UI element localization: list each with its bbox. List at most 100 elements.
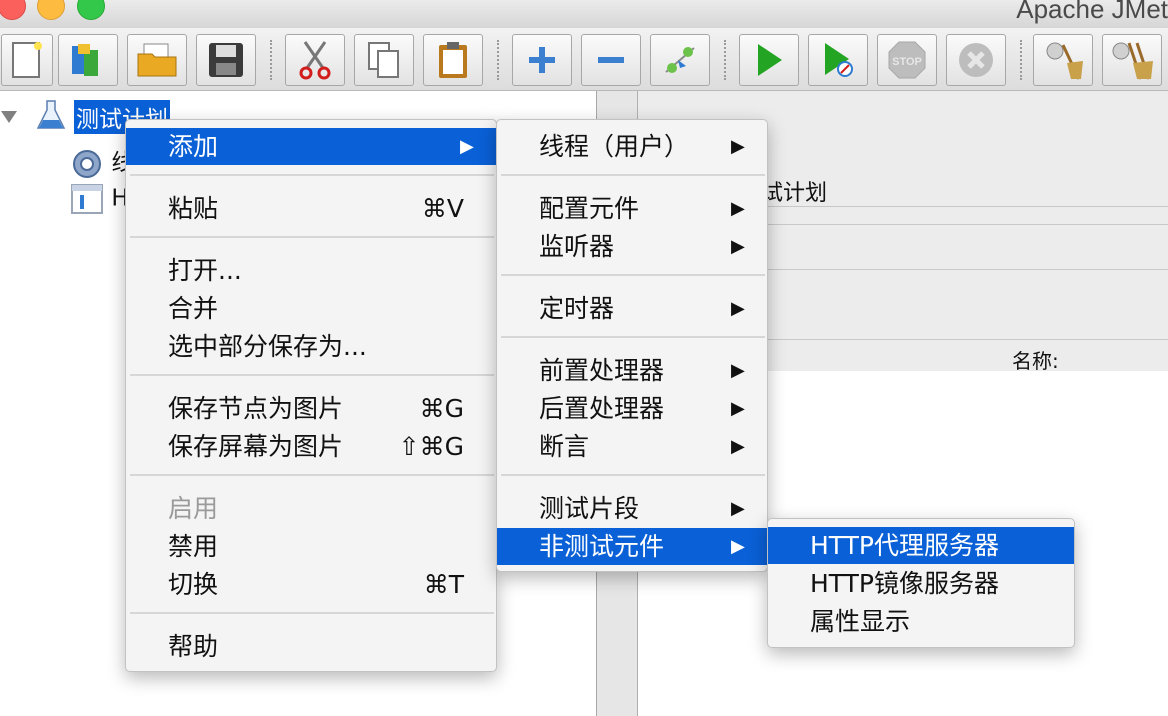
menu-item-label: HTTP代理服务器 xyxy=(810,531,999,560)
menu-item-label: 合并 xyxy=(168,294,219,323)
menu-item-save-screen-image[interactable]: 保存屏幕为图片 ⇧⌘G xyxy=(126,428,496,465)
menu-item-property-display[interactable]: 属性显示 xyxy=(768,603,1074,640)
shutdown-icon xyxy=(959,43,993,77)
menu-item-disable[interactable]: 禁用 xyxy=(126,528,496,565)
templates-icon xyxy=(72,44,98,76)
menu-separator xyxy=(130,612,494,614)
menu-separator xyxy=(130,174,494,176)
menu-item-timer[interactable]: 定时器 ▶ xyxy=(497,290,767,327)
menu-item-label: 粘贴 xyxy=(168,194,219,223)
start-no-pause-icon xyxy=(825,43,853,77)
menu-item-label: 帮助 xyxy=(168,632,219,661)
menu-item-config-element[interactable]: 配置元件 ▶ xyxy=(497,190,767,227)
chevron-right-icon: ▶ xyxy=(460,136,474,157)
expand-button[interactable] xyxy=(512,34,572,86)
minimize-window-button[interactable] xyxy=(37,0,65,20)
expand-icon xyxy=(529,47,555,73)
toolbar-separator xyxy=(270,40,272,80)
menu-item-label: 前置处理器 xyxy=(539,356,665,385)
name-column-header: 名称: xyxy=(1012,349,1059,373)
menu-shortcut: ⌘G xyxy=(419,394,464,423)
tree-child-2[interactable]: H xyxy=(70,183,129,215)
copy-button[interactable] xyxy=(354,34,414,86)
menu-shortcut: ⇧⌘G xyxy=(398,432,464,461)
new-button[interactable] xyxy=(1,34,53,86)
chevron-right-icon: ▶ xyxy=(731,536,745,557)
toolbar-separator xyxy=(497,40,499,80)
menu-item-enable: 启用 xyxy=(126,490,496,527)
save-icon xyxy=(209,43,243,77)
menu-item-threads[interactable]: 线程（用户） ▶ xyxy=(497,128,767,165)
menu-item-label: 选中部分保存为... xyxy=(168,332,367,361)
shutdown-button[interactable] xyxy=(946,34,1006,86)
tree-expand-arrow[interactable] xyxy=(0,105,18,131)
menu-item-paste[interactable]: 粘贴 ⌘V xyxy=(126,190,496,227)
gear-icon xyxy=(73,149,101,178)
collapse-button[interactable] xyxy=(581,34,641,86)
clear-icon xyxy=(1046,42,1083,80)
start-no-pause-button[interactable] xyxy=(808,34,868,86)
save-button[interactable] xyxy=(196,34,256,86)
menu-item-pre-processor[interactable]: 前置处理器 ▶ xyxy=(497,352,767,389)
start-button[interactable] xyxy=(739,34,799,86)
toggle-icon xyxy=(665,47,695,73)
menu-item-label: 打开... xyxy=(168,256,242,285)
menu-separator xyxy=(501,474,765,476)
name-field-value[interactable]: 试计划 xyxy=(761,175,827,207)
chevron-right-icon: ▶ xyxy=(731,398,745,419)
close-window-button[interactable] xyxy=(0,0,26,20)
zoom-window-button[interactable] xyxy=(77,0,105,20)
title-bar: Apache JMet xyxy=(0,0,1168,28)
menu-item-label: 启用 xyxy=(168,494,219,523)
menu-shortcut: ⌘T xyxy=(423,570,464,599)
menu-separator xyxy=(501,174,765,176)
start-icon xyxy=(758,44,782,76)
menu-item-toggle[interactable]: 切换 ⌘T xyxy=(126,566,496,603)
menu-item-label: 监听器 xyxy=(539,232,615,261)
menu-item-label: 定时器 xyxy=(539,294,615,323)
menu-item-label: 保存屏幕为图片 xyxy=(168,432,344,461)
clear-all-button[interactable] xyxy=(1102,34,1162,86)
open-button[interactable] xyxy=(127,34,187,86)
menu-item-label: 断言 xyxy=(539,432,590,461)
chevron-right-icon: ▶ xyxy=(731,360,745,381)
cut-button[interactable] xyxy=(285,34,345,86)
stop-button[interactable]: STOP xyxy=(877,34,937,86)
cut-icon xyxy=(299,41,331,80)
menu-item-non-test-elements[interactable]: 非测试元件 ▶ xyxy=(497,528,767,565)
menu-item-merge[interactable]: 合并 xyxy=(126,290,496,327)
menu-item-http-proxy-server[interactable]: HTTP代理服务器 xyxy=(768,527,1074,564)
toolbar-separator xyxy=(1020,40,1022,80)
menu-separator xyxy=(501,336,765,338)
tree-node-icon xyxy=(36,99,66,137)
toggle-button[interactable] xyxy=(650,34,710,86)
http-defaults-icon xyxy=(71,184,103,214)
menu-item-listener[interactable]: 监听器 ▶ xyxy=(497,228,767,265)
clear-button[interactable] xyxy=(1033,34,1093,86)
menu-item-label: 非测试元件 xyxy=(539,532,665,561)
menu-item-open[interactable]: 打开... xyxy=(126,252,496,289)
menu-separator xyxy=(130,374,494,376)
menu-item-assertion[interactable]: 断言 ▶ xyxy=(497,428,767,465)
chevron-down-icon xyxy=(1,111,17,123)
menu-item-save-node-image[interactable]: 保存节点为图片 ⌘G xyxy=(126,390,496,427)
menu-item-label: 切换 xyxy=(168,570,219,599)
menu-item-test-fragment[interactable]: 测试片段 ▶ xyxy=(497,490,767,527)
window-title: Apache JMet xyxy=(1016,0,1168,24)
menu-item-label: HTTP镜像服务器 xyxy=(810,569,999,598)
menu-item-http-mirror-server[interactable]: HTTP镜像服务器 xyxy=(768,565,1074,602)
chevron-right-icon: ▶ xyxy=(731,298,745,319)
menu-separator xyxy=(130,474,494,476)
menu-item-save-selection[interactable]: 选中部分保存为... xyxy=(126,328,496,365)
menu-item-help[interactable]: 帮助 xyxy=(126,628,496,665)
menu-item-add[interactable]: 添加 ▶ xyxy=(126,128,496,165)
stop-icon: STOP xyxy=(888,41,926,79)
templates-button[interactable] xyxy=(58,34,118,86)
menu-item-label: 禁用 xyxy=(168,532,219,561)
menu-item-post-processor[interactable]: 后置处理器 ▶ xyxy=(497,390,767,427)
toolbar-separator xyxy=(724,40,726,80)
open-icon xyxy=(137,43,177,77)
paste-button[interactable] xyxy=(423,34,483,86)
menu-item-label: 后置处理器 xyxy=(539,394,665,423)
copy-icon xyxy=(368,42,399,78)
